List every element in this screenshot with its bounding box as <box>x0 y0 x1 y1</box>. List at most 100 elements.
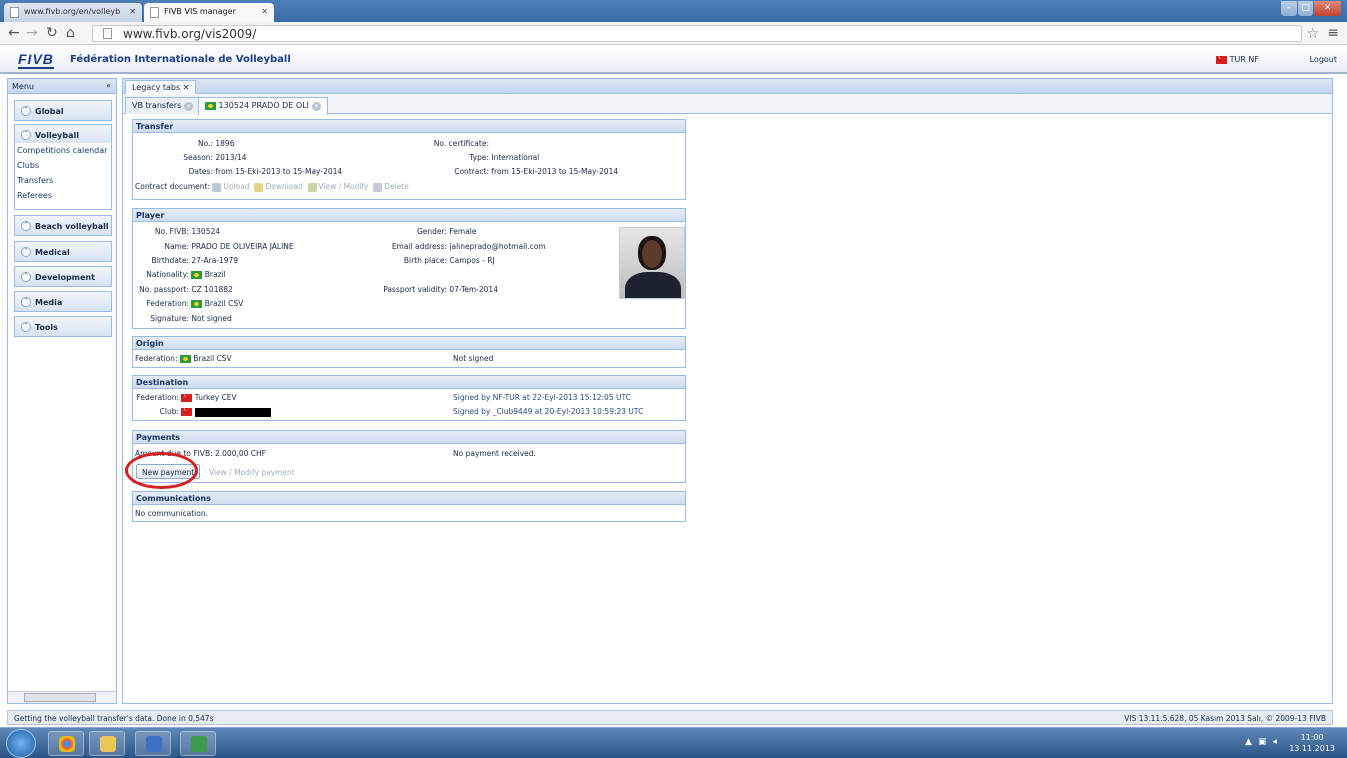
download-button[interactable]: Download <box>254 182 303 192</box>
maximize-icon[interactable]: □ <box>1297 1 1314 16</box>
excel-taskbar-icon[interactable] <box>180 731 216 756</box>
tab-label: Legacy tabs <box>132 83 181 92</box>
player-photo <box>619 227 685 299</box>
browser-menu-icon[interactable]: ≡ <box>1327 25 1339 41</box>
close-icon[interactable]: ✕ <box>183 83 190 92</box>
type-value: International <box>491 153 540 162</box>
start-button[interactable] <box>6 729 36 758</box>
passport-validity-value: 07-Tem-2014 <box>449 285 498 294</box>
chevron-down-icon: ˅ <box>21 297 31 307</box>
menu-section-beach-volleyball[interactable]: ˅ Beach volleyball <box>14 215 112 236</box>
section-title: Transfer <box>133 120 685 133</box>
browser-tab-vis[interactable]: FIVB VIS manager ✕ <box>144 3 274 22</box>
menu-section-label: Volleyball <box>35 131 79 140</box>
status-message: Getting the volleyball transfer's data. … <box>14 714 214 723</box>
birthdate-value: 27-Ara-1979 <box>191 256 239 265</box>
delete-icon <box>373 182 383 192</box>
close-icon[interactable]: ✕ <box>261 7 268 16</box>
scrollbar-thumb[interactable] <box>24 693 96 702</box>
bookmark-star-icon[interactable]: ☆ <box>1306 26 1319 42</box>
contract-value: from 15-Eki-2013 to 15-May-2014 <box>491 167 619 176</box>
app-header: FIVB Fédération Internationale de Volley… <box>0 46 1347 74</box>
federation-value: Brazil CSV <box>204 299 244 308</box>
menu-item-transfers[interactable]: Transfers <box>17 176 53 185</box>
label: Federation: <box>135 354 178 363</box>
address-bar: ← → ↻ ⌂ www.fivb.org/vis2009/ ☆ ≡ <box>0 22 1347 45</box>
page-icon <box>103 28 112 39</box>
collapse-icon[interactable]: « <box>106 81 111 90</box>
chevron-down-icon: ˅ <box>21 106 31 116</box>
network-tray-icon[interactable]: ▣ <box>1258 737 1273 747</box>
close-icon[interactable]: ✕ <box>184 102 194 111</box>
menu-item-clubs[interactable]: Clubs <box>17 161 39 170</box>
email-value: jalineprado@hotmail.com <box>449 242 546 251</box>
fivb-number: 130524 <box>191 227 221 236</box>
tab-legacy-tabs[interactable]: Legacy tabs ✕ <box>125 80 197 94</box>
view-modify-payment-button[interactable]: View / Modify payment <box>203 464 301 479</box>
button-label: View / Modify <box>318 182 369 191</box>
label: Name: <box>164 242 189 251</box>
minimize-icon[interactable]: – <box>1281 1 1297 16</box>
label: Gender: <box>416 227 447 236</box>
menu-section-medical[interactable]: ˅ Medical <box>14 241 112 262</box>
tab-player-transfer[interactable]: 130524 PRADO DE OLI ✕ <box>198 97 329 115</box>
close-icon[interactable]: ✕ <box>312 102 322 111</box>
label: Dates: <box>188 167 213 176</box>
menu-section-label: Medical <box>35 248 70 257</box>
home-icon[interactable]: ⌂ <box>66 26 75 40</box>
reload-icon[interactable]: ↻ <box>46 26 58 40</box>
turkey-flag-icon <box>181 392 193 402</box>
menu-section-volleyball[interactable]: ˄ Volleyball <box>14 124 112 145</box>
word-taskbar-icon[interactable] <box>135 731 171 756</box>
volume-tray-icon[interactable]: ◂ <box>1272 737 1283 747</box>
signature-value: Not signed <box>191 314 232 323</box>
chrome-taskbar-icon[interactable] <box>48 731 84 756</box>
window-close-icon[interactable]: ✕ <box>1314 1 1341 16</box>
menu-item-referees[interactable]: Referees <box>17 191 52 200</box>
delete-button[interactable]: Delete <box>373 182 409 192</box>
menu-section-global[interactable]: ˅ Global <box>14 100 112 121</box>
view-modify-button[interactable]: View / Modify <box>307 182 369 192</box>
label: Email address: <box>391 242 447 251</box>
upload-button[interactable]: Upload <box>212 182 250 192</box>
transfer-number: 1896 <box>215 139 235 148</box>
user-name: TUR NF <box>1229 55 1259 64</box>
horizontal-scrollbar[interactable] <box>8 691 116 703</box>
label: No. FIVB: <box>154 227 189 236</box>
menu-item-competitions-calendar[interactable]: Competitions calendar <box>17 146 107 155</box>
menu-section-tools[interactable]: ˅ Tools <box>14 316 112 337</box>
amount-value: 2.000,00 CHF <box>215 449 266 458</box>
menu-section-label: Global <box>35 107 64 116</box>
volleyball-submenu: Competitions calendar Clubs Transfers Re… <box>14 143 112 210</box>
menu-section-media[interactable]: ˅ Media <box>14 291 112 312</box>
brazil-flag-icon <box>179 355 191 363</box>
url-input[interactable]: www.fivb.org/vis2009/ <box>92 25 1302 42</box>
close-icon[interactable]: ✕ <box>129 7 136 16</box>
label: Birth place: <box>403 256 447 265</box>
chevron-down-icon: ˅ <box>21 247 31 257</box>
brazil-flag-icon <box>191 300 203 308</box>
origin-status: Not signed <box>453 354 494 363</box>
chevron-down-icon: ˅ <box>21 322 31 332</box>
payments-section: Payments Amount due to FIVB: 2.000,00 CH… <box>132 430 686 483</box>
clock[interactable]: 11:00 13.11.2013 <box>1289 732 1335 754</box>
flag-tray-icon[interactable]: ▲ <box>1245 737 1258 747</box>
highlight-circle <box>125 452 198 489</box>
label: Contract document: <box>135 182 211 191</box>
user-info: TUR NF <box>1216 54 1259 64</box>
browser-tab-label: FIVB VIS manager <box>164 7 236 16</box>
back-icon[interactable]: ← <box>8 26 20 40</box>
button-label: Delete <box>384 182 409 191</box>
logout-link[interactable]: Logout <box>1310 55 1337 64</box>
button-label: Download <box>265 182 303 191</box>
menu-section-development[interactable]: ˅ Development <box>14 266 112 287</box>
taskbar: ▲▣◂ 11:00 13.11.2013 <box>0 727 1347 758</box>
tab-vb-transfers[interactable]: VB transfers ✕ <box>125 97 201 114</box>
explorer-taskbar-icon[interactable] <box>89 731 125 756</box>
season-value: 2013/14 <box>215 153 247 162</box>
clock-date: 13.11.2013 <box>1289 744 1335 753</box>
turkey-flag-icon <box>181 406 193 416</box>
browser-tab-fivb[interactable]: www.fivb.org/en/volleyb ✕ <box>4 3 142 22</box>
nf-signature-status: Signed by NF-TUR at 22-Eyl-2013 15:12:05… <box>453 393 631 402</box>
forward-icon[interactable]: → <box>26 26 38 40</box>
